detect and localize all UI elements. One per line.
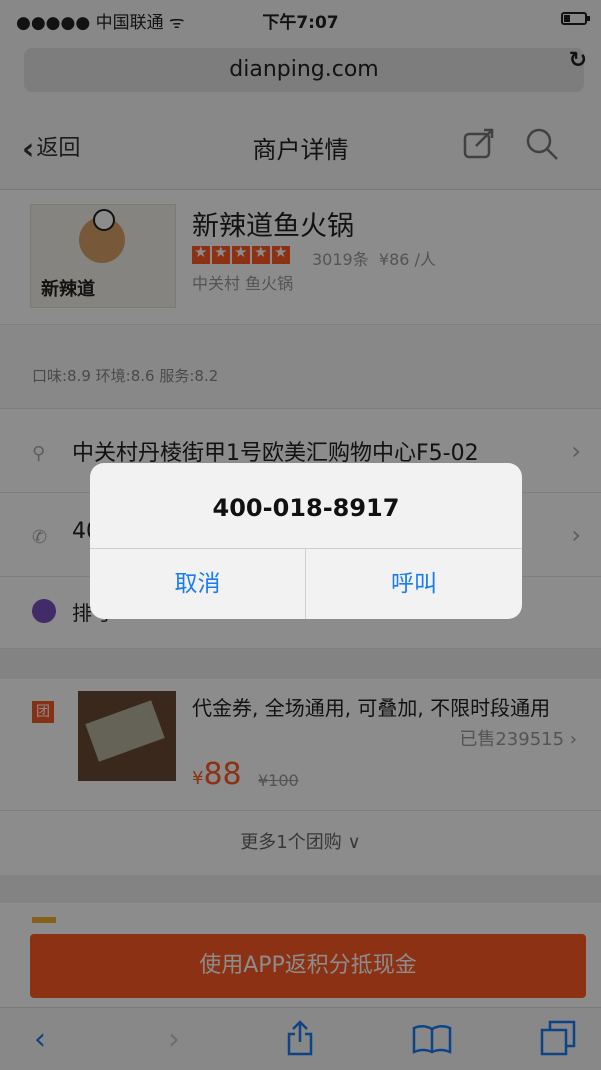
call-button[interactable]: 呼叫 bbox=[306, 549, 522, 619]
cancel-button[interactable]: 取消 bbox=[90, 549, 306, 619]
call-dialog: 400-018-8917 取消 呼叫 bbox=[90, 463, 522, 619]
dialog-phone-number: 400-018-8917 bbox=[90, 463, 522, 549]
